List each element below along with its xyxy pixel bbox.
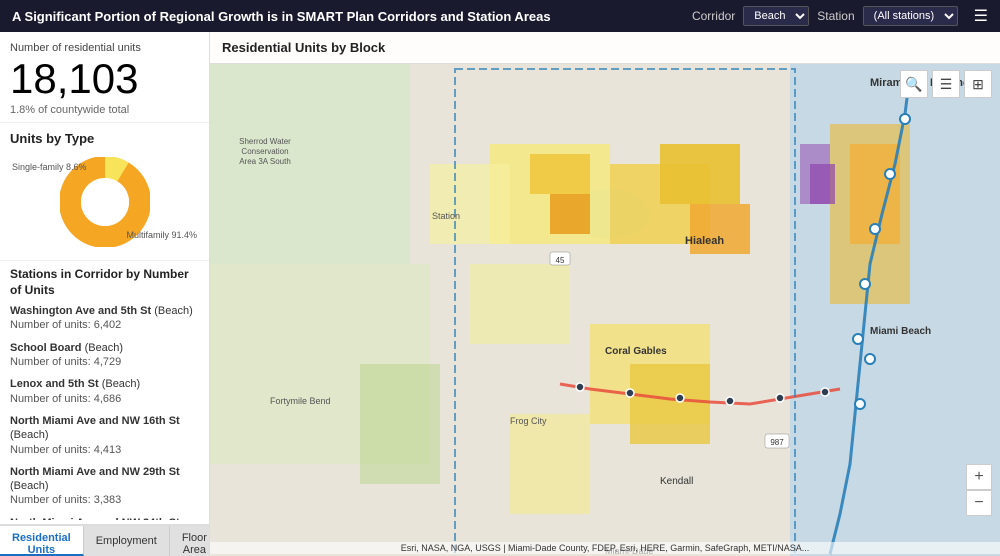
station-name: Lenox and 5th St (Beach) (10, 377, 195, 391)
svg-text:Kendall: Kendall (660, 476, 693, 487)
svg-text:Sherrod Water: Sherrod Water (239, 137, 291, 146)
stations-section: Stations in Corridor by Number of Units … (0, 261, 209, 524)
tab-floor-area[interactable]: Floor Area (170, 526, 210, 556)
station-name: North Miami Ave and NW 16th St (Beach) (10, 414, 195, 443)
map-grid-button[interactable]: ⊞ (964, 70, 992, 98)
station-units: Number of units: 4,686 (10, 392, 195, 406)
big-number: 18,103 (10, 58, 199, 100)
station-name: School Board (Beach) (10, 341, 195, 355)
app-header: A Significant Portion of Regional Growth… (0, 0, 1000, 32)
corridor-select[interactable]: Beach (743, 6, 809, 26)
station-list-item[interactable]: North Miami Ave and NW 29th St (Beach)Nu… (10, 465, 195, 508)
station-units: Number of units: 4,413 (10, 443, 195, 457)
percent-label: 1.8% of countywide total (10, 104, 199, 116)
stations-wrapper: Washington Ave and 5th St (Beach)Number … (10, 304, 199, 520)
station-list-item[interactable]: North Miami Ave and NW 16th St (Beach)Nu… (10, 414, 195, 457)
station-name: Washington Ave and 5th St (Beach) (10, 304, 195, 318)
map-canvas: Miramar Hallandale Hialeah Miami Beach C… (210, 64, 1000, 556)
station-units: Number of units: 6,402 (10, 318, 195, 332)
map-area[interactable]: Residential Units by Block 🔍 ☰ ⊞ (210, 32, 1000, 556)
zoom-out-button[interactable]: − (966, 490, 992, 516)
tab-employment[interactable]: Employment (84, 526, 170, 556)
svg-text:Conservation: Conservation (241, 147, 288, 156)
svg-text:Area 3A South: Area 3A South (239, 157, 291, 166)
station-corridor: (Beach) (10, 480, 49, 492)
station-units: Number of units: 4,729 (10, 355, 195, 369)
svg-text:Frog City: Frog City (510, 416, 547, 426)
station-label: Station (817, 9, 854, 23)
left-panel: Number of residential units 18,103 1.8% … (0, 32, 210, 556)
svg-text:Coral Gables: Coral Gables (605, 346, 667, 357)
map-zoom-controls: + − (966, 464, 992, 516)
main-layout: Number of residential units 18,103 1.8% … (0, 32, 1000, 556)
svg-text:Station: Station (432, 211, 460, 221)
map-header: Residential Units by Block (210, 32, 1000, 64)
station-list-item[interactable]: Lenox and 5th St (Beach)Number of units:… (10, 377, 195, 406)
donut-chart-area: Single-family 8.6% Multifamily 91.4% (10, 152, 199, 252)
station-corridor: (Beach) (102, 378, 141, 390)
station-list-item[interactable]: School Board (Beach)Number of units: 4,7… (10, 341, 195, 370)
map-controls-top-right: 🔍 ☰ ⊞ (900, 70, 992, 98)
station-corridor: (Beach) (10, 429, 49, 441)
map-title: Residential Units by Block (222, 40, 385, 55)
station-corridor: (Beach) (85, 342, 124, 354)
station-units: Number of units: 3,383 (10, 493, 195, 507)
zoom-in-button[interactable]: + (966, 464, 992, 490)
single-family-label: Single-family 8.6% (12, 162, 87, 174)
station-name: North Miami Ave and NW 29th St (Beach) (10, 465, 195, 494)
corridor-label: Corridor (692, 9, 735, 23)
tab-residential-units[interactable]: Residential Units (0, 526, 84, 556)
stats-label: Number of residential units (10, 42, 199, 54)
stations-list[interactable]: Washington Ave and 5th St (Beach)Number … (10, 304, 199, 520)
svg-text:45: 45 (556, 256, 565, 265)
svg-text:Fortymile Bend: Fortymile Bend (270, 396, 331, 406)
map-list-button[interactable]: ☰ (932, 70, 960, 98)
station-list-item[interactable]: Washington Ave and 5th St (Beach)Number … (10, 304, 195, 333)
station-list-item[interactable]: North Miami Ave and NW 34th St (Beach)Nu… (10, 516, 195, 520)
bottom-tabs: Residential UnitsEmploymentFloor Area (0, 524, 209, 556)
stations-title: Stations in Corridor by Number of Units (10, 267, 199, 298)
svg-text:987: 987 (770, 438, 784, 447)
map-search-button[interactable]: 🔍 (900, 70, 928, 98)
stats-section: Number of residential units 18,103 1.8% … (0, 32, 209, 123)
svg-text:Hialeah: Hialeah (685, 235, 724, 247)
multifamily-label: Multifamily 91.4% (126, 230, 197, 242)
units-by-type-section: Units by Type Single-family 8.6% Multifa… (0, 123, 209, 261)
units-by-type-title: Units by Type (10, 131, 199, 146)
menu-icon[interactable]: ☰ (974, 6, 988, 26)
station-corridor: (Beach) (154, 305, 193, 317)
station-name: North Miami Ave and NW 34th St (Beach) (10, 516, 195, 520)
station-select[interactable]: (All stations) (863, 6, 958, 26)
page-title: A Significant Portion of Regional Growth… (12, 9, 551, 24)
svg-text:Miami Beach: Miami Beach (870, 326, 931, 337)
map-attribution: Esri, NASA, NGA, USGS | Miami-Dade Count… (210, 542, 1000, 554)
header-controls: Corridor Beach Station (All stations) ☰ (692, 6, 988, 26)
